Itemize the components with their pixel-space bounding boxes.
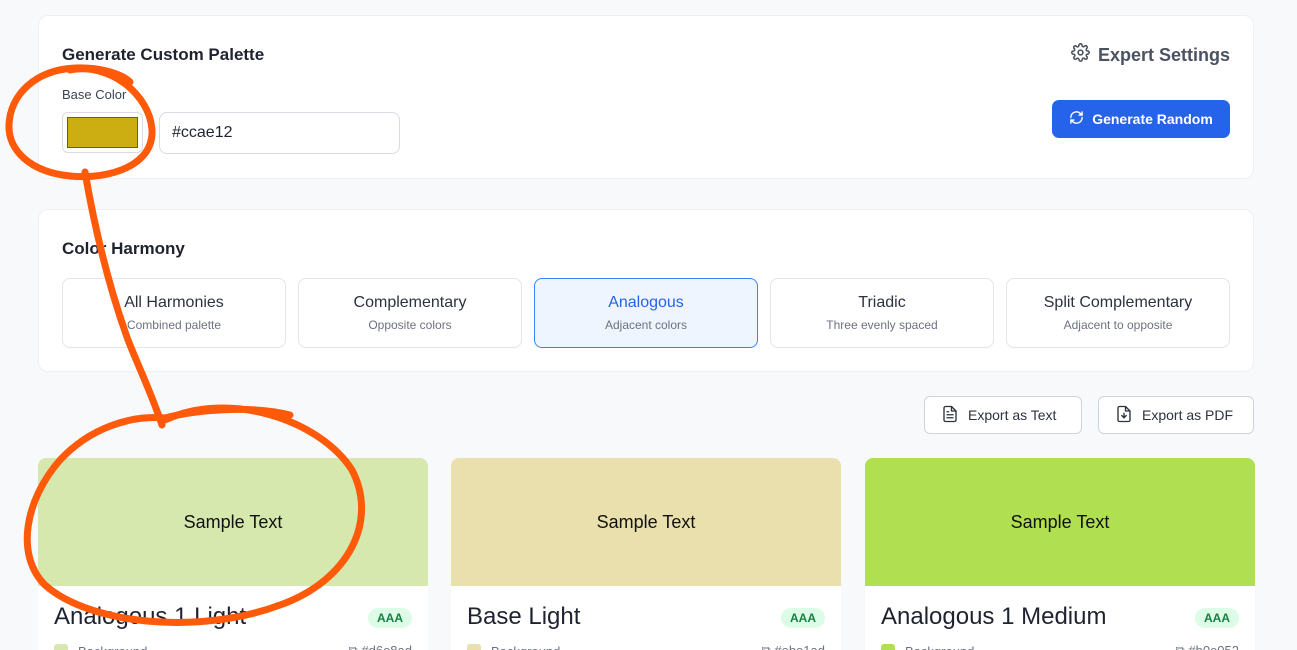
- generate-random-button[interactable]: Generate Random: [1052, 100, 1230, 138]
- harmony-option-description: Adjacent to opposite: [1063, 318, 1173, 332]
- hex-value: #ebe1ad: [774, 643, 825, 650]
- color-name: Analogous 1 Medium: [881, 603, 1107, 630]
- harmony-option-complementary[interactable]: Complementary Opposite colors: [298, 278, 522, 348]
- gear-icon: [1071, 43, 1090, 67]
- palette-card[interactable]: Sample Text Analogous 1 Medium AAA Backg…: [865, 458, 1255, 650]
- copy-hex-button[interactable]: ⧉ #b0e052: [1175, 643, 1239, 650]
- harmony-option-analogous[interactable]: Analogous Adjacent colors: [534, 278, 758, 348]
- role-label: Background: [78, 644, 147, 650]
- harmony-option-name: Triadic: [858, 294, 906, 311]
- role-label: Background: [905, 644, 974, 650]
- copy-hex-button[interactable]: ⧉ #d6e8ad: [348, 643, 412, 650]
- color-name: Analogous 1 Light: [54, 603, 247, 630]
- base-color-label: Base Color: [62, 87, 127, 102]
- sample-text: Sample Text: [1010, 511, 1110, 532]
- role-label: Background: [491, 644, 560, 650]
- role-swatch: [467, 644, 481, 650]
- harmony-option-name: Analogous: [608, 294, 684, 311]
- color-preview: Sample Text: [451, 458, 841, 586]
- contrast-badge: AAA: [368, 608, 412, 628]
- color-role-row: Background ⧉ #ebe1ad: [467, 643, 825, 650]
- export-pdf-label: Export as PDF: [1142, 407, 1234, 423]
- contrast-badge: AAA: [1195, 608, 1239, 628]
- copy-hex-button[interactable]: ⧉ #ebe1ad: [761, 643, 825, 650]
- hex-value: #d6e8ad: [361, 643, 412, 650]
- color-name: Base Light: [467, 603, 581, 630]
- harmony-option-all[interactable]: All Harmonies Combined palette: [62, 278, 286, 348]
- file-text-icon: [941, 405, 959, 426]
- harmony-option-name: Complementary: [353, 294, 467, 311]
- sample-text: Sample Text: [596, 511, 696, 532]
- expert-settings-button[interactable]: Expert Settings: [1071, 43, 1230, 67]
- color-role-row: Background ⧉ #b0e052: [881, 643, 1239, 650]
- generate-palette-title: Generate Custom Palette: [62, 45, 265, 64]
- harmony-option-description: Three evenly spaced: [826, 318, 938, 332]
- color-harmony-title: Color Harmony: [62, 239, 185, 258]
- base-color-swatch: [67, 117, 138, 148]
- harmony-option-description: Adjacent colors: [604, 318, 688, 332]
- refresh-icon: [1069, 110, 1084, 128]
- hex-value: #b0e052: [1188, 643, 1239, 650]
- harmony-options: All Harmonies Combined palette Complemen…: [62, 278, 1230, 348]
- base-color-picker[interactable]: [62, 112, 143, 153]
- export-text-label: Export as Text: [968, 407, 1057, 423]
- color-preview: Sample Text: [38, 458, 428, 586]
- harmony-option-description: Combined palette: [126, 318, 222, 332]
- sample-text: Sample Text: [183, 511, 283, 532]
- harmony-option-triadic[interactable]: Triadic Three evenly spaced: [770, 278, 994, 348]
- generate-palette-panel: Generate Custom Palette Expert Settings …: [38, 15, 1254, 179]
- export-text-button[interactable]: Export as Text: [924, 396, 1082, 434]
- harmony-option-split-complementary[interactable]: Split Complementary Adjacent to opposite: [1006, 278, 1230, 348]
- expert-settings-label: Expert Settings: [1097, 44, 1230, 65]
- base-color-hex-input[interactable]: [159, 112, 400, 154]
- role-swatch: [881, 644, 895, 650]
- contrast-badge: AAA: [781, 608, 825, 628]
- color-harmony-panel: Color Harmony All Harmonies Combined pal…: [38, 209, 1254, 372]
- generate-random-label: Generate Random: [1092, 111, 1213, 127]
- harmony-option-name: All Harmonies: [124, 294, 224, 311]
- color-preview: Sample Text: [865, 458, 1255, 586]
- file-download-icon: [1115, 405, 1133, 426]
- harmony-option-description: Opposite colors: [368, 318, 452, 332]
- color-role-row: Background ⧉ #d6e8ad: [54, 643, 412, 650]
- harmony-option-name: Split Complementary: [1043, 294, 1193, 311]
- role-swatch: [54, 644, 68, 650]
- palette-card[interactable]: Sample Text Analogous 1 Light AAA Backgr…: [38, 458, 428, 650]
- export-pdf-button[interactable]: Export as PDF: [1098, 396, 1254, 434]
- palette-card[interactable]: Sample Text Base Light AAA Background ⧉ …: [451, 458, 841, 650]
